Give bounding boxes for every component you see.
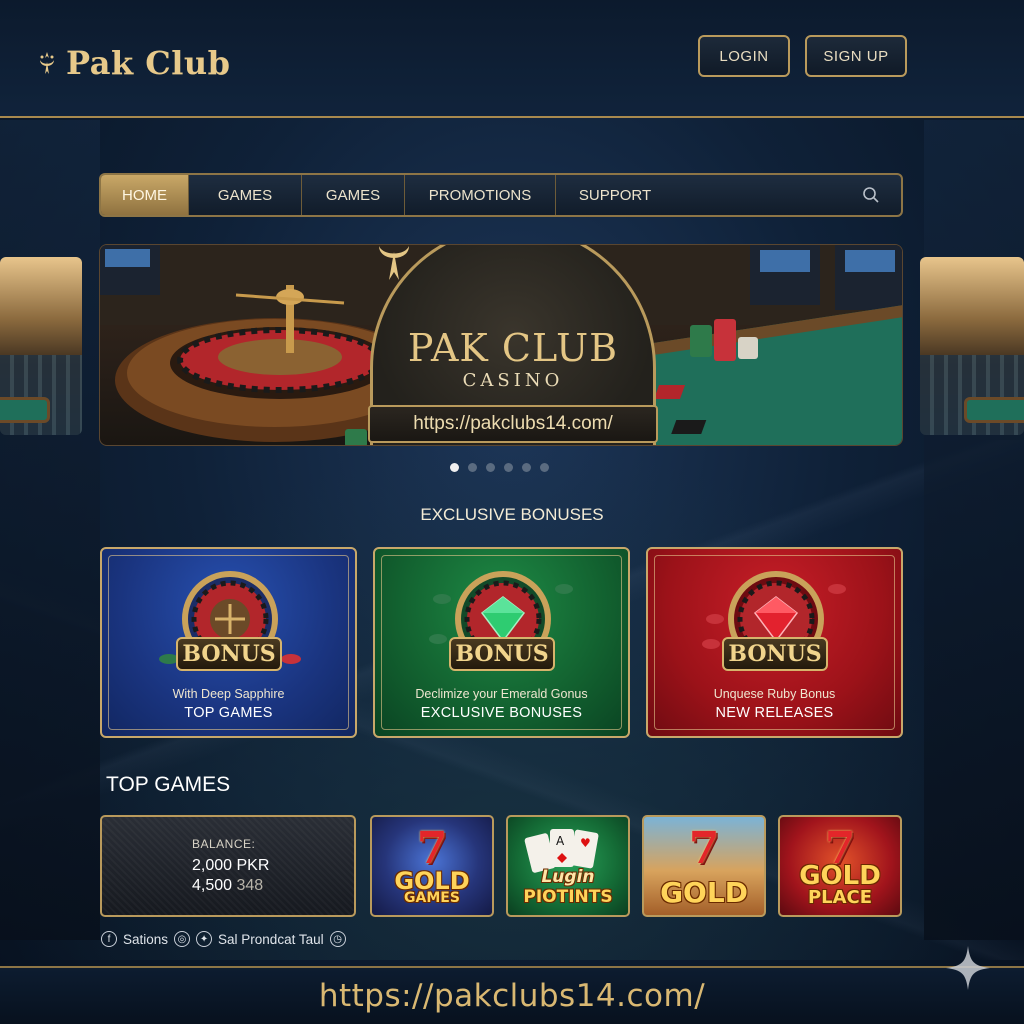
nav-item-home[interactable]: HOME: [101, 175, 189, 215]
carousel-dot[interactable]: [522, 463, 531, 472]
game-title-line1: GOLD: [660, 876, 748, 909]
casino-table-image: [964, 397, 1024, 423]
nav-item-games-2[interactable]: GAMES: [302, 175, 405, 215]
carousel-dot[interactable]: [540, 463, 549, 472]
balance-secondary: 4,500 348: [192, 877, 354, 895]
balance-label: BALANCE:: [192, 837, 256, 851]
game-title-line1: GOLD: [799, 861, 881, 891]
social-text-1[interactable]: Sations: [123, 932, 168, 947]
bonus-card-ruby[interactable]: BONUS Unquese Ruby Bonus NEW RELEASES: [646, 547, 903, 738]
sparkle-icon: [946, 946, 990, 990]
main-nav: HOME GAMES GAMES PROMOTIONS SUPPORT: [99, 173, 903, 217]
social-text-2[interactable]: Sal Prondcat Taul: [218, 932, 324, 947]
hero-title: PAK CLUB: [407, 326, 619, 370]
bonus-label: BONUS: [722, 637, 828, 671]
bonus-label: BONUS: [449, 637, 555, 671]
lucky-seven-icon: 7: [688, 823, 720, 874]
bonus-subtitle: TOP GAMES: [184, 705, 273, 721]
game-title-line1: Lugin: [541, 867, 595, 887]
search-icon: [863, 187, 879, 203]
svg-text:A: A: [556, 834, 565, 848]
site-footer: https://pakclubs14.com/: [0, 966, 1024, 1024]
logo-text: Pak Club: [66, 44, 231, 82]
carousel-prev-slide[interactable]: [0, 257, 82, 435]
hero-subtitle: CASINO: [462, 370, 564, 391]
logo-crescent-icon: [40, 52, 54, 74]
bonus-card-emerald[interactable]: BONUS Declimize your Emerald Gonus EXCLU…: [373, 547, 630, 738]
nav-item-games[interactable]: GAMES: [189, 175, 302, 215]
hero-banner[interactable]: PAK CLUB CASINO https://pakclubs14.com/: [99, 244, 903, 446]
instagram-icon[interactable]: ◎: [174, 931, 191, 947]
signup-button[interactable]: SIGN UP: [805, 35, 907, 77]
hero-url[interactable]: https://pakclubs14.com/: [368, 405, 658, 443]
slot-machines-image: [920, 355, 1024, 435]
clock-icon[interactable]: ◷: [329, 931, 346, 947]
svg-text:♥: ♥: [580, 836, 591, 850]
facebook-icon[interactable]: f: [101, 931, 117, 947]
site-header: Pak Club LOGIN SIGN UP: [0, 0, 1024, 118]
footer-url[interactable]: https://pakclubs14.com/: [0, 978, 1024, 1014]
bonus-caption: With Deep Sapphire: [172, 687, 285, 701]
section-title-bonuses: EXCLUSIVE BONUSES: [420, 505, 604, 524]
bonus-subtitle: NEW RELEASES: [715, 705, 834, 721]
site-logo[interactable]: Pak Club: [36, 44, 231, 82]
game-title-line2: PIOTINTS: [523, 887, 613, 907]
carousel-next-slide[interactable]: [920, 257, 1024, 435]
carousel-dot[interactable]: [468, 463, 477, 472]
bonus-label: BONUS: [176, 637, 282, 671]
nav-item-support[interactable]: SUPPORT: [556, 175, 674, 215]
crescent-star-emblem-icon: [379, 246, 409, 280]
social-links: f Sations ◎ ✦ Sal Prondcat Taul ◷: [101, 931, 346, 947]
bonus-caption: Unquese Ruby Bonus: [713, 687, 836, 701]
casino-table-image: [0, 397, 50, 423]
game-title-line2: PLACE: [807, 887, 873, 908]
login-button[interactable]: LOGIN: [698, 35, 790, 77]
balance-secondary-main: 4,500: [192, 877, 233, 894]
game-tile-points[interactable]: A ♥ Lugin PIOTINTS: [506, 815, 630, 917]
carousel-dot[interactable]: [486, 463, 495, 472]
nav-item-promotions[interactable]: PROMOTIONS: [405, 175, 556, 215]
slot-machines-image: [0, 355, 82, 435]
background-left: [0, 120, 100, 940]
carousel-dot[interactable]: [450, 463, 459, 472]
carousel-dots: [450, 463, 549, 472]
background-right: [924, 120, 1024, 940]
balance-value: 2,000 PKR: [192, 857, 270, 874]
balance-secondary-dim: 348: [236, 877, 264, 894]
bonus-subtitle: EXCLUSIVE BONUSES: [420, 705, 583, 721]
section-title-top-games: TOP GAMES: [106, 773, 231, 796]
carousel-dot[interactable]: [504, 463, 513, 472]
game-title-line2: GAMES: [404, 890, 460, 906]
bonus-card-sapphire[interactable]: BONUS With Deep Sapphire TOP GAMES: [100, 547, 357, 738]
bonus-caption: Declimize your Emerald Gonus: [415, 687, 588, 701]
game-tile-gold[interactable]: 7 GOLD: [642, 815, 766, 917]
game-tile-gold-games[interactable]: 7 GOLD GAMES: [370, 815, 494, 917]
nav-search-button[interactable]: [841, 175, 901, 215]
game-tile-gold-place[interactable]: 7 GOLD PLACE: [778, 815, 902, 917]
balance-panel: BALANCE: 2,000 PKR 4,500 348: [100, 815, 356, 917]
twitter-icon[interactable]: ✦: [196, 931, 213, 947]
